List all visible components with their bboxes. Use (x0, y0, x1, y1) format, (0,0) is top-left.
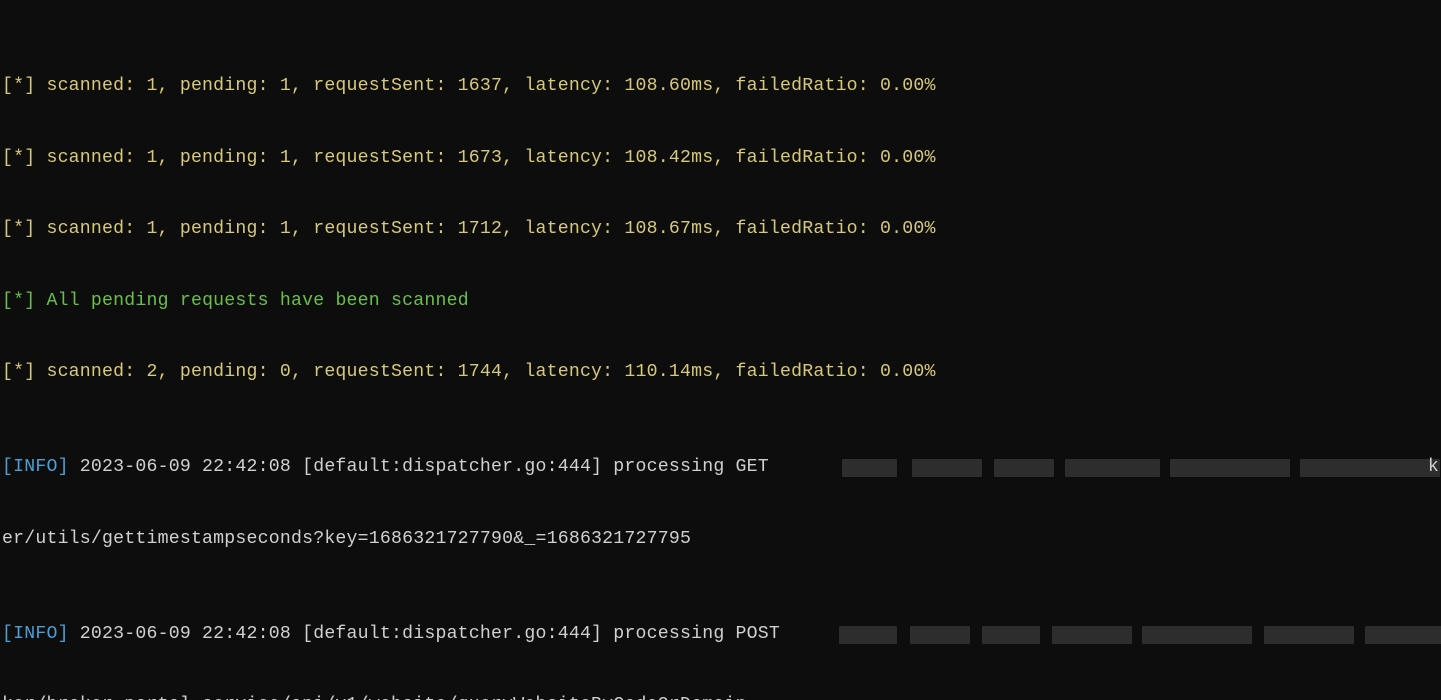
info-text: 2023-06-09 22:42:08 [default:dispatcher.… (69, 457, 769, 477)
scan-line: [*] scanned: 1, pending: 1, requestSent:… (2, 219, 936, 239)
scan-line: [*] scanned: 1, pending: 1, requestSent:… (2, 148, 936, 168)
scan-line: [*] scanned: 2, pending: 0, requestSent:… (2, 362, 936, 382)
scan-prefix: [*] (2, 291, 46, 311)
info-tag: [INFO] (2, 624, 69, 644)
terminal-output: [*] scanned: 1, pending: 1, requestSent:… (0, 0, 1441, 700)
info-tag: [INFO] (2, 457, 69, 477)
info-text: 2023-06-09 22:42:08 [default:dispatcher.… (69, 624, 780, 644)
info-cont: er/utils/gettimestampseconds?key=1686321… (2, 529, 691, 549)
scan-complete: All pending requests have been scanned (46, 291, 468, 311)
info-cont: ker/broker-portal-service/api/v1/website… (2, 695, 747, 700)
scan-line: [*] scanned: 1, pending: 1, requestSent:… (2, 76, 936, 96)
